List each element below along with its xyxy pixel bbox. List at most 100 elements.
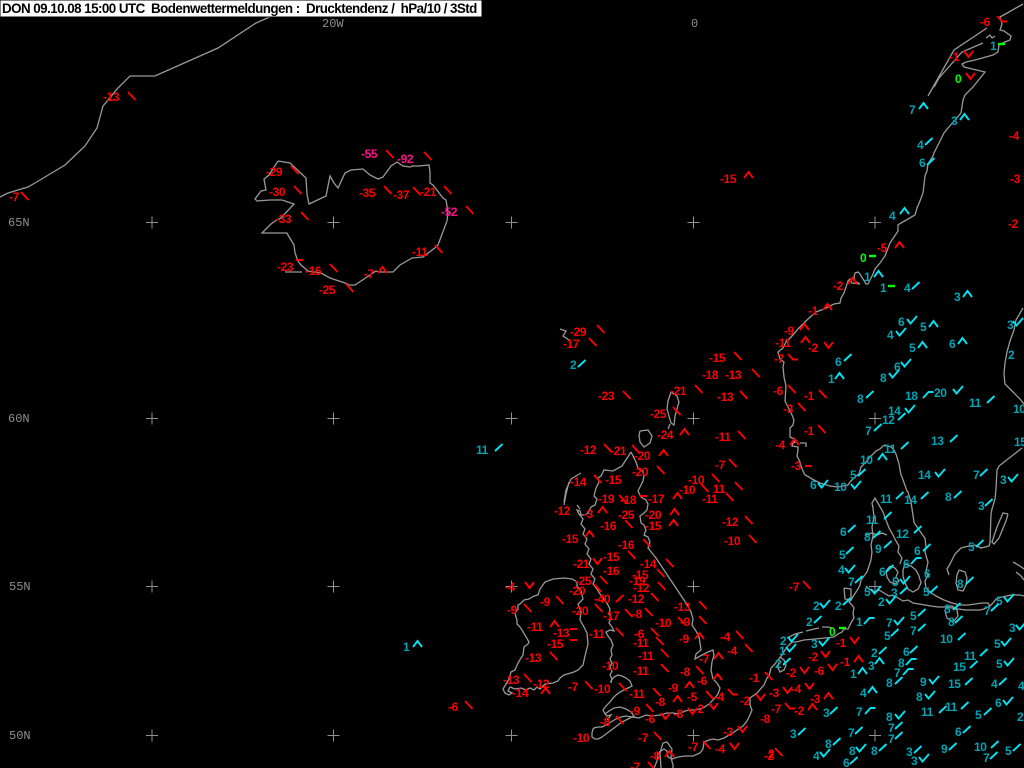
svg-text:7: 7 bbox=[865, 424, 872, 438]
svg-text:-7: -7 bbox=[774, 352, 785, 366]
svg-text:2: 2 bbox=[1017, 710, 1024, 724]
svg-text:-33: -33 bbox=[275, 212, 292, 226]
svg-text:11: 11 bbox=[884, 442, 897, 456]
svg-text:3: 3 bbox=[951, 114, 958, 128]
svg-text:-18: -18 bbox=[620, 493, 637, 507]
svg-text:50N: 50N bbox=[9, 729, 31, 743]
svg-text:-17: -17 bbox=[603, 609, 620, 623]
svg-text:-21: -21 bbox=[670, 384, 687, 398]
svg-text:7: 7 bbox=[983, 751, 990, 765]
svg-text:7: 7 bbox=[910, 624, 917, 638]
svg-text:6: 6 bbox=[835, 355, 842, 369]
svg-text:-11: -11 bbox=[775, 336, 791, 350]
svg-text:-11: -11 bbox=[412, 245, 428, 259]
svg-text:-6: -6 bbox=[980, 15, 991, 29]
svg-text:3: 3 bbox=[1007, 318, 1014, 332]
svg-text:8: 8 bbox=[871, 744, 878, 758]
svg-text:-25: -25 bbox=[650, 407, 667, 421]
svg-text:5: 5 bbox=[850, 468, 857, 482]
svg-text:-55: -55 bbox=[361, 147, 378, 161]
svg-text:-8: -8 bbox=[680, 665, 691, 679]
svg-text:10: 10 bbox=[1013, 402, 1024, 416]
svg-text:3: 3 bbox=[823, 706, 830, 720]
svg-text:-20: -20 bbox=[569, 584, 586, 598]
svg-text:-11: -11 bbox=[715, 430, 731, 444]
svg-text:4: 4 bbox=[838, 563, 845, 577]
svg-text:20: 20 bbox=[934, 386, 947, 400]
svg-text:4: 4 bbox=[991, 677, 998, 691]
svg-text:-25: -25 bbox=[618, 508, 635, 522]
svg-text:0: 0 bbox=[860, 251, 867, 265]
svg-text:-8: -8 bbox=[632, 607, 643, 621]
svg-text:11: 11 bbox=[969, 396, 982, 410]
svg-text:-8: -8 bbox=[650, 749, 661, 763]
svg-text:5: 5 bbox=[920, 320, 927, 334]
svg-text:-14: -14 bbox=[512, 686, 529, 700]
svg-text:8: 8 bbox=[944, 602, 951, 616]
svg-text:-3: -3 bbox=[783, 402, 794, 416]
svg-text:-13: -13 bbox=[674, 600, 691, 614]
svg-text:9: 9 bbox=[920, 675, 927, 689]
svg-text:7: 7 bbox=[848, 575, 855, 589]
svg-text:-2: -2 bbox=[808, 341, 819, 355]
svg-text:4: 4 bbox=[813, 749, 820, 763]
svg-text:-6: -6 bbox=[773, 384, 784, 398]
svg-text:6: 6 bbox=[914, 544, 921, 558]
svg-text:-15: -15 bbox=[603, 550, 620, 564]
svg-text:2: 2 bbox=[775, 657, 782, 671]
svg-text:-11: -11 bbox=[702, 492, 718, 506]
svg-text:-11: -11 bbox=[638, 649, 654, 663]
svg-text:1: 1 bbox=[864, 270, 871, 284]
svg-text:1: 1 bbox=[779, 644, 786, 658]
svg-text:3: 3 bbox=[868, 659, 875, 673]
svg-text:8: 8 bbox=[886, 676, 893, 690]
svg-text:4: 4 bbox=[1018, 679, 1024, 693]
svg-text:18: 18 bbox=[905, 389, 918, 403]
svg-text:-21: -21 bbox=[420, 185, 437, 199]
svg-text:-3: -3 bbox=[1010, 172, 1021, 186]
svg-text:-12: -12 bbox=[580, 443, 597, 457]
svg-text:-7: -7 bbox=[789, 580, 800, 594]
svg-text:2: 2 bbox=[871, 646, 878, 660]
svg-text:-10: -10 bbox=[573, 731, 590, 745]
svg-text:7: 7 bbox=[848, 726, 855, 740]
svg-text:6: 6 bbox=[879, 565, 886, 579]
svg-text:-4: -4 bbox=[714, 690, 725, 704]
svg-text:-12: -12 bbox=[722, 515, 739, 529]
svg-text:-7: -7 bbox=[688, 740, 699, 754]
svg-text:-11: -11 bbox=[629, 687, 645, 701]
svg-text:8: 8 bbox=[945, 490, 952, 504]
svg-text:2: 2 bbox=[878, 595, 885, 609]
svg-text:8: 8 bbox=[957, 577, 964, 591]
svg-text:11: 11 bbox=[945, 700, 958, 714]
svg-text:6: 6 bbox=[898, 315, 905, 329]
svg-text:11: 11 bbox=[964, 649, 977, 663]
svg-text:-4: -4 bbox=[715, 742, 726, 756]
svg-text:-6: -6 bbox=[645, 712, 656, 726]
svg-text:-21: -21 bbox=[610, 444, 627, 458]
svg-text:-2: -2 bbox=[833, 279, 844, 293]
svg-text:-20: -20 bbox=[632, 465, 649, 479]
svg-text:6: 6 bbox=[843, 756, 850, 768]
svg-text:5: 5 bbox=[923, 585, 930, 599]
svg-text:-9: -9 bbox=[680, 615, 691, 629]
svg-text:-13: -13 bbox=[103, 90, 120, 104]
svg-text:-14: -14 bbox=[570, 475, 587, 489]
svg-text:-11: -11 bbox=[589, 627, 605, 641]
svg-text:4: 4 bbox=[917, 138, 924, 152]
svg-text:5: 5 bbox=[839, 548, 846, 562]
svg-text:11: 11 bbox=[880, 492, 893, 506]
svg-text:-6: -6 bbox=[697, 674, 708, 688]
svg-text:-10: -10 bbox=[655, 616, 672, 630]
svg-text:8: 8 bbox=[880, 371, 887, 385]
svg-text:-2: -2 bbox=[794, 704, 805, 718]
svg-text:-2: -2 bbox=[1008, 217, 1019, 231]
svg-text:-4: -4 bbox=[1009, 129, 1020, 143]
svg-text:-7: -7 bbox=[630, 760, 641, 768]
svg-text:3: 3 bbox=[1009, 621, 1016, 635]
svg-text:6: 6 bbox=[949, 337, 956, 351]
svg-text:0: 0 bbox=[955, 72, 962, 86]
svg-text:-15: -15 bbox=[562, 532, 579, 546]
svg-text:-37: -37 bbox=[393, 188, 410, 202]
svg-text:-15: -15 bbox=[645, 519, 662, 533]
